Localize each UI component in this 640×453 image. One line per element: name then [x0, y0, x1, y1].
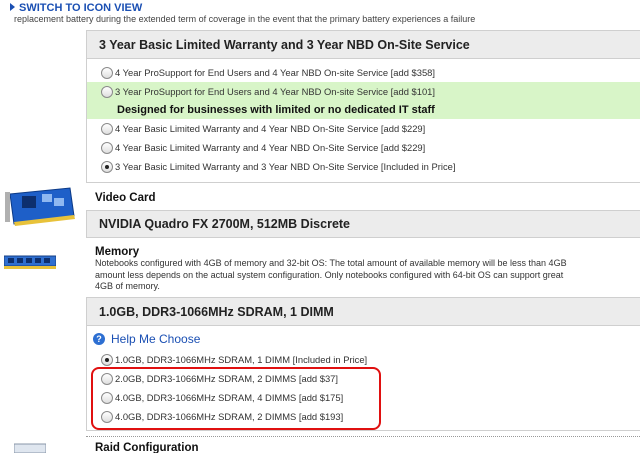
video-card-title: Video Card: [95, 192, 156, 204]
prosupport-note: Designed for businesses with limited or …: [87, 101, 640, 119]
radio-button[interactable]: [101, 122, 113, 135]
warranty-selected-title: 3 Year Basic Limited Warranty and 3 Year…: [87, 31, 640, 59]
help-question-icon: ?: [93, 333, 105, 345]
warranty-option-2[interactable]: 3 Year ProSupport for End Users and 4 Ye…: [87, 82, 640, 101]
battery-description-text: replacement battery during the extended …: [14, 14, 476, 24]
raid-configuration-title: Raid Configuration: [95, 442, 199, 453]
warranty-option-1[interactable]: 4 Year ProSupport for End Users and 4 Ye…: [87, 63, 640, 82]
triangle-right-icon: [10, 3, 15, 12]
memory-selected-title: 1.0GB, DDR3-1066MHz SDRAM, 1 DIMM: [87, 298, 640, 326]
memory-module-icon: [3, 255, 57, 269]
warranty-option-5[interactable]: 3 Year Basic Limited Warranty and 3 Year…: [87, 157, 640, 176]
section-divider: [86, 436, 640, 437]
radio-button-selected[interactable]: [101, 353, 113, 366]
highlight-callout-box: [91, 367, 381, 430]
radio-button[interactable]: [101, 85, 113, 98]
radio-button[interactable]: [101, 66, 113, 79]
memory-description: Notebooks configured with 4GB of memory …: [95, 258, 567, 291]
radio-button-selected[interactable]: [101, 160, 113, 173]
warranty-panel: 3 Year Basic Limited Warranty and 3 Year…: [86, 30, 640, 183]
warranty-option-3[interactable]: 4 Year Basic Limited Warranty and 4 Year…: [87, 119, 640, 138]
radio-button[interactable]: [101, 141, 113, 154]
warranty-option-4[interactable]: 4 Year Basic Limited Warranty and 4 Year…: [87, 138, 640, 157]
drive-icon: [13, 442, 47, 453]
help-me-choose-link[interactable]: ? Help Me Choose: [87, 328, 640, 350]
memory-title: Memory: [95, 246, 140, 258]
video-card-icon: [4, 186, 80, 230]
video-card-selected[interactable]: NVIDIA Quadro FX 2700M, 512MB Discrete: [86, 210, 640, 238]
switch-to-icon-view-link[interactable]: SWITCH TO ICON VIEW: [10, 2, 142, 14]
